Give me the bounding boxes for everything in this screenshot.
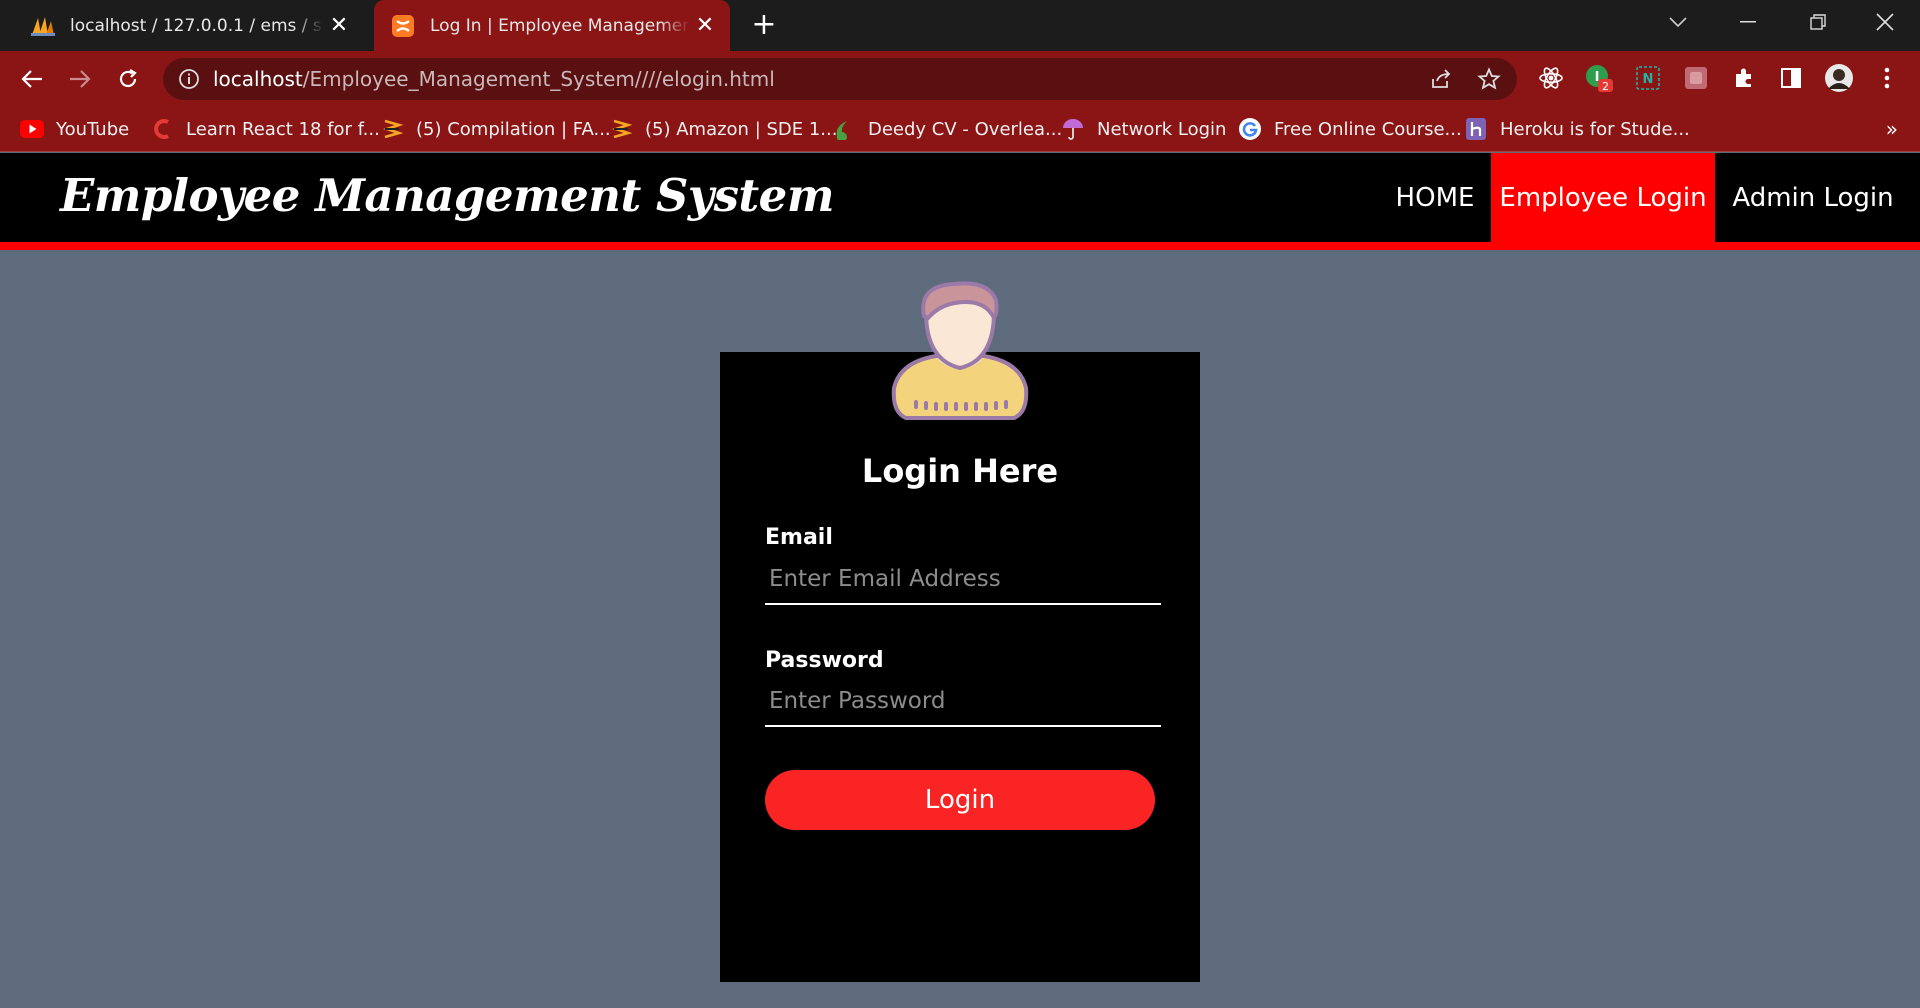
geeks-icon: [609, 117, 633, 141]
extensions-puzzle-icon[interactable]: [1729, 63, 1759, 93]
site-navbar: Employee Management System HOME Employee…: [0, 153, 1920, 250]
browser-tab-phpmyadmin[interactable]: localhost / 127.0.0.1 / ems / salary ✕: [14, 0, 364, 51]
phpmyadmin-icon: [30, 13, 56, 39]
extension-badge-count: 2: [1602, 80, 1609, 93]
browser-tab-login[interactable]: Log In | Employee Management System ✕: [374, 0, 730, 51]
email-label: Email: [765, 525, 833, 550]
bookmark-network-login[interactable]: Network Login: [1061, 106, 1226, 152]
close-window-icon[interactable]: [1860, 0, 1910, 44]
bookmark-youtube[interactable]: YouTube: [20, 106, 129, 152]
bookmark-label: (5) Amazon | SDE 1...: [645, 118, 838, 140]
bookmark-label: Heroku is for Stude...: [1500, 118, 1690, 140]
back-icon[interactable]: [14, 61, 50, 97]
extension-badge-icon[interactable]: I2: [1584, 63, 1614, 93]
bookmark-star-icon[interactable]: [1477, 67, 1501, 91]
youtube-icon: [20, 117, 44, 141]
bookmark-label: Free Online Course...: [1274, 118, 1462, 140]
site-info-icon[interactable]: [177, 67, 201, 91]
login-button[interactable]: Login: [765, 770, 1155, 830]
close-tab-icon[interactable]: ✕: [690, 11, 720, 41]
password-field[interactable]: [765, 677, 1161, 727]
bookmark-learn-react[interactable]: Learn React 18 for f...: [150, 106, 380, 152]
browser-tab-strip: localhost / 127.0.0.1 / ems / salary ✕ L…: [0, 0, 1920, 51]
nav-admin-login[interactable]: Admin Login: [1716, 153, 1910, 242]
bookmark-label: (5) Compilation | FA...: [416, 118, 611, 140]
password-label: Password: [765, 648, 884, 673]
tab-search-icon[interactable]: [1653, 0, 1703, 44]
menu-kebab-icon[interactable]: [1872, 63, 1902, 93]
bookmark-label: Deedy CV - Overlea...: [868, 118, 1063, 140]
email-field[interactable]: [765, 555, 1161, 605]
react-devtools-icon[interactable]: [1536, 63, 1566, 93]
tab-title: localhost / 127.0.0.1 / ems / salary: [70, 15, 324, 36]
site-brand[interactable]: Employee Management System: [60, 169, 834, 222]
codevolution-icon: [150, 117, 174, 141]
nav-employee-login[interactable]: Employee Login: [1491, 153, 1715, 242]
address-bar[interactable]: localhost/Employee_Management_System////…: [163, 58, 1517, 100]
browser-toolbar: localhost/Employee_Management_System////…: [0, 51, 1920, 106]
reload-icon[interactable]: [110, 61, 146, 97]
restore-icon[interactable]: [1793, 0, 1843, 44]
minimize-icon[interactable]: [1723, 0, 1773, 44]
screenshot-extension-icon[interactable]: [1681, 63, 1711, 93]
tab-title: Log In | Employee Management System: [430, 15, 690, 36]
xampp-icon: [390, 13, 416, 39]
bookmark-compilation[interactable]: (5) Compilation | FA...: [380, 106, 611, 152]
url-text: localhost/Employee_Management_System////…: [213, 67, 775, 91]
bookmark-label: Learn React 18 for f...: [186, 118, 380, 140]
new-tab-button[interactable]: +: [748, 10, 780, 42]
bookmark-free-courses[interactable]: Free Online Course...: [1238, 106, 1462, 152]
forward-icon[interactable]: [62, 61, 98, 97]
svg-text:N: N: [1643, 72, 1654, 87]
side-panel-icon[interactable]: [1776, 63, 1806, 93]
bookmark-label: Network Login: [1097, 118, 1227, 140]
close-tab-icon[interactable]: ✕: [324, 11, 354, 41]
umbrella-icon: [1061, 117, 1085, 141]
overleaf-icon: [832, 117, 856, 141]
nav-home[interactable]: HOME: [1380, 153, 1490, 242]
bookmark-label: YouTube: [56, 118, 130, 140]
bookmarks-overflow-button[interactable]: »: [1886, 106, 1898, 152]
geeks-icon: [380, 117, 404, 141]
notion-extension-icon[interactable]: N: [1633, 63, 1663, 93]
bookmarks-bar: YouTube Learn React 18 for f... (5) Comp…: [0, 106, 1920, 152]
user-avatar-icon: [890, 280, 1030, 420]
bookmark-amazon-sde[interactable]: (5) Amazon | SDE 1...: [609, 106, 837, 152]
login-title: Login Here: [861, 452, 1059, 490]
profile-avatar[interactable]: [1824, 63, 1854, 93]
login-card: Login Here Email Password Login: [720, 352, 1200, 982]
bookmark-deedy-cv[interactable]: Deedy CV - Overlea...: [832, 106, 1062, 152]
share-icon[interactable]: [1429, 67, 1453, 91]
bookmark-heroku[interactable]: Heroku is for Stude...: [1464, 106, 1690, 152]
heroku-icon: [1464, 117, 1488, 141]
google-icon: [1238, 117, 1262, 141]
